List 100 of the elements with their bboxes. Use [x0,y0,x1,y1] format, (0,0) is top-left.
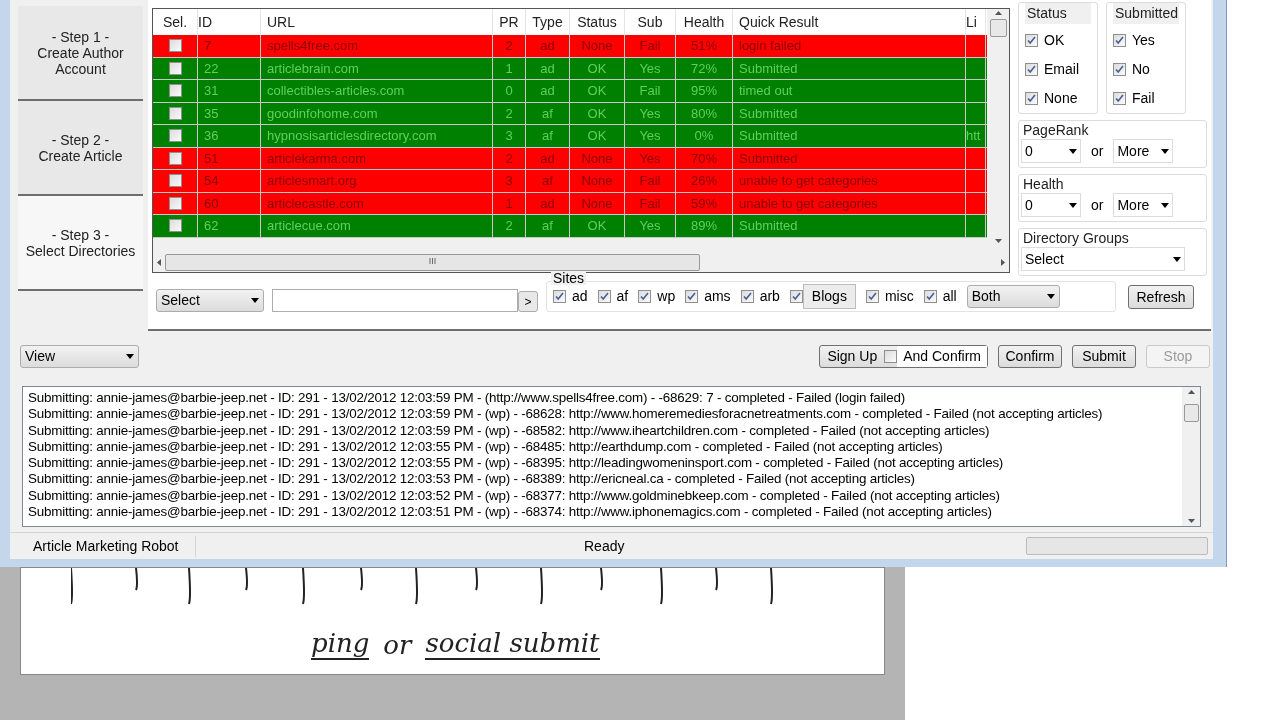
scroll-down-icon[interactable] [1187,519,1195,523]
checkbox[interactable] [168,174,182,188]
or-label: or [1091,195,1104,215]
checkbox-label: ams [704,287,731,306]
dropdown[interactable]: Select [1021,247,1185,271]
table-cell-text: Yes [639,149,661,168]
check-icon [1115,94,1124,103]
table-cell-text: Fail [639,194,661,213]
scroll-right-icon[interactable] [1001,258,1005,266]
table-cell-text: af [542,127,553,145]
table-cell-text: 95% [691,82,717,100]
checkbox-label: None [1044,89,1078,108]
log-line: Submitting: annie-james@barbie-jeep.net - ID: 291 - 13/02/2012 12:03:55 PM - (wp) - -68485: http://earthdump.com - completed - Failed (not accepting articles) [28,438,944,456]
blogs-button[interactable]: Blogs [802,284,856,309]
select-dropdown[interactable]: Select [156,289,264,312]
checkbox[interactable] [740,290,754,303]
table-cell-text: None [581,37,613,55]
scroll-up-icon[interactable] [1187,390,1195,394]
checkbox[interactable] [597,290,611,303]
scroll-down-icon[interactable] [994,239,1002,243]
checkbox-label: wp [657,287,676,306]
checkbox[interactable] [865,290,879,303]
go-button[interactable]: > [518,291,538,312]
refresh-button[interactable]: Refresh [1128,285,1194,309]
caret-icon [1161,202,1170,208]
dropdown[interactable]: More [1113,193,1174,217]
table-cell-text: 1 [505,59,513,78]
table-cell-text: Submitted [739,217,798,235]
checkbox[interactable] [168,196,182,210]
scroll-up-icon[interactable] [994,11,1002,15]
checkbox[interactable] [1113,34,1126,47]
checkbox[interactable] [168,61,182,75]
vertical-scrollbar[interactable] [987,9,1009,245]
scroll-left-icon[interactable] [157,258,161,266]
table-cell-text: ad [540,37,555,55]
table-cell-text: hypnosisarticlesdirectory.com [267,127,437,145]
status-text: Ready [584,536,625,556]
group-title: Submitted [1113,3,1179,24]
table-cell-text: unable to get categories [739,194,878,213]
table-cell-text: 7 [204,37,212,55]
table-cell-text: 2 [505,217,513,235]
table-cell-text: articlesmart.org [267,172,357,190]
check-icon [1027,65,1036,74]
checkbox[interactable] [168,151,182,165]
log-line: Submitting: annie-james@barbie-jeep.net - ID: 291 - 13/02/2012 12:03:52 PM - (wp) - -68377: http://www.goldminebkeep.com - completed - Failed (not accepting articles) [28,487,1001,505]
dropdown[interactable]: 0 [1021,193,1081,217]
mode-dropdown[interactable]: Both [966,285,1060,308]
checkbox[interactable] [1113,63,1126,76]
table-cell-text: 2 [505,37,513,55]
log-line: Submitting: annie-james@barbie-jeep.net - ID: 291 - 13/02/2012 12:03:53 PM - (wp) - -68389: http://ericneal.ca - completed - Failed (not accepting articles) [28,471,916,488]
checkbox[interactable] [1025,63,1038,76]
table-cell-text: Submitted [739,127,798,145]
table-cell-text: unable to get categories [739,172,878,190]
step-tab[interactable]: - Step 1 - Create Author Account [18,6,143,101]
table-cell-text: af [542,172,553,190]
caret-icon [1161,148,1170,154]
caret-icon [1173,256,1181,262]
dropdown[interactable]: More [1113,139,1174,163]
table-cell-text: Yes [639,104,661,123]
table-cell-text: 0 [505,82,513,100]
checkbox[interactable] [168,106,182,120]
checkbox[interactable] [638,290,652,303]
handwritten-word: or [383,630,412,660]
checkbox-label: arb [759,287,780,306]
table-cell-text: 51% [691,37,717,55]
checkbox[interactable] [1025,34,1038,47]
confirm-button[interactable]: Confirm [998,344,1062,368]
table-cell-text: OK [587,217,607,235]
checkbox[interactable] [1025,92,1038,105]
checkbox[interactable] [168,219,182,233]
checkbox[interactable] [168,39,182,53]
scroll-thumb[interactable] [989,19,1007,37]
checkbox[interactable] [168,84,182,98]
table-cell-text: Yes [639,127,661,145]
checkbox[interactable] [168,129,182,143]
checkbox[interactable] [789,290,803,303]
table-cell-text: ad [540,59,555,78]
checkbox[interactable] [553,290,566,303]
step-tab[interactable]: - Step 2 - Create Article [18,101,143,196]
check-icon [687,292,697,301]
view-dropdown[interactable]: View [20,344,139,368]
table-cell-text: OK [587,82,607,100]
checkbox[interactable] [685,290,699,303]
dropdown[interactable]: 0 [1021,139,1081,163]
log-line: Submitting: annie-james@barbie-jeep.net - ID: 291 - 13/02/2012 12:03:59 PM - (wp) - -68582: http://www.iheartchildren.com - completed - Failed (not accepting articles) [28,422,991,439]
checkbox-label: all [942,287,957,306]
table-cell-text: htt [966,127,981,145]
sign-up-button[interactable]: Sign Up [820,345,885,367]
search-field[interactable] [272,289,518,312]
checkbox[interactable] [923,290,937,303]
checkbox[interactable] [884,349,898,363]
checkbox[interactable] [1113,92,1126,105]
scroll-thumb[interactable]: III [165,253,700,271]
submit-button[interactable]: Submit [1072,344,1136,368]
table-cell-text: ad [540,82,555,100]
step-tab[interactable]: - Step 3 - Select Directories [18,196,143,291]
horizontal-scrollbar[interactable]: III [153,252,1009,272]
caret-icon [1069,148,1077,154]
vertical-scrollbar[interactable] [1182,387,1200,526]
scroll-thumb[interactable] [1183,404,1199,422]
